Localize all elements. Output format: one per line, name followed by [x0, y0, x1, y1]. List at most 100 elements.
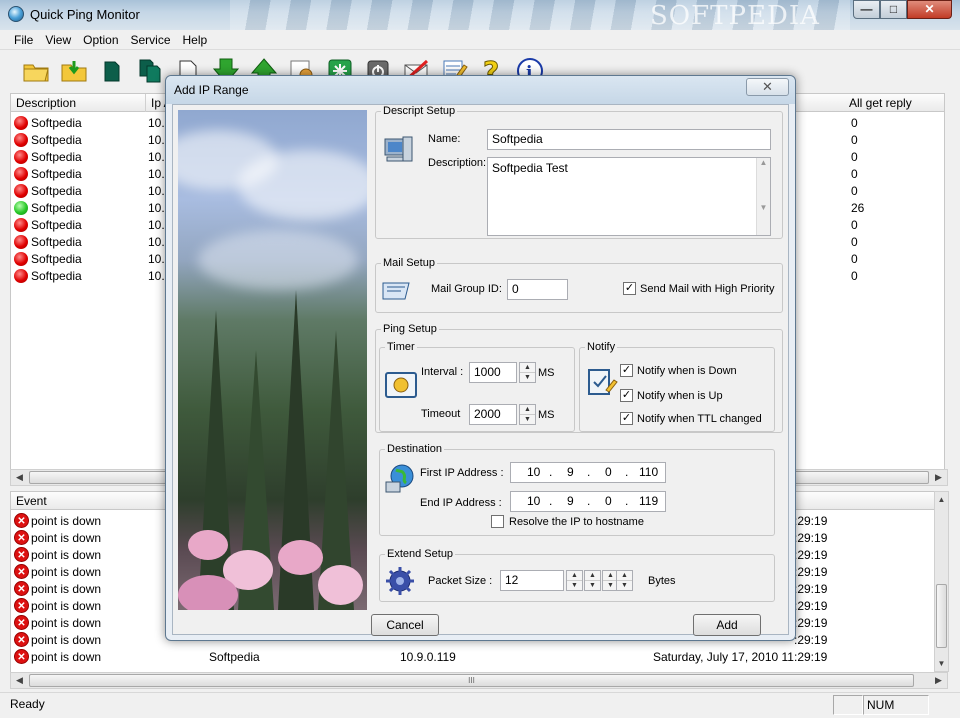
- error-icon: ✕: [14, 564, 29, 579]
- ping-setup-legend: Ping Setup: [383, 323, 437, 335]
- resolve-hostname-label: Resolve the IP to hostname: [509, 516, 644, 528]
- packet-size-spinner[interactable]: ▲ ▼: [584, 570, 601, 591]
- resolve-hostname-checkbox[interactable]: [491, 515, 504, 528]
- packet-size-spinner[interactable]: ▲ ▼: [616, 570, 633, 591]
- add-ip-range-dialog: Add IP Range ✕ Descript Setup Name: Soft…: [165, 75, 796, 641]
- dialog-title: Add IP Range: [174, 83, 249, 97]
- window-controls: — □ ✕: [853, 0, 952, 19]
- mail-card-icon: [381, 277, 413, 303]
- menu-file[interactable]: File: [8, 30, 39, 49]
- menu-view[interactable]: View: [39, 30, 77, 49]
- cancel-button[interactable]: Cancel: [371, 614, 439, 636]
- host-reply-count: 0: [851, 252, 858, 266]
- notify-ttl-checkbox[interactable]: ✓: [620, 412, 633, 425]
- mail-group-id-label: Mail Group ID:: [431, 283, 502, 295]
- event-time: :29:19: [794, 548, 828, 562]
- destination-legend: Destination: [387, 443, 443, 455]
- status-panel-num: NUM: [863, 695, 929, 715]
- minimize-button[interactable]: —: [853, 0, 880, 19]
- event-text: point is down: [31, 616, 102, 630]
- app-icon: [8, 6, 24, 22]
- host-reply-count: 0: [851, 150, 858, 164]
- status-down-icon: [14, 116, 28, 130]
- scroll-thumb[interactable]: [936, 584, 947, 648]
- host-reply-count: 0: [851, 116, 858, 130]
- notify-up-label: Notify when is Up: [637, 390, 723, 402]
- event-time: :29:19: [794, 633, 828, 647]
- open-folder-icon[interactable]: [20, 55, 52, 87]
- host-description: Softpedia: [31, 269, 82, 283]
- timeout-spinner[interactable]: ▲ ▼: [519, 404, 536, 425]
- timer-legend: Timer: [387, 341, 415, 353]
- scroll-left-arrow[interactable]: ◀: [11, 470, 28, 485]
- column-description[interactable]: Description: [11, 94, 146, 112]
- copy-icon[interactable]: [134, 55, 166, 87]
- event-list-hscrollbar[interactable]: ◀ III ▶: [10, 672, 948, 689]
- first-ip-label: First IP Address :: [420, 467, 504, 479]
- host-description: Softpedia: [31, 235, 82, 249]
- timeout-input[interactable]: 2000: [469, 404, 517, 425]
- close-button[interactable]: ✕: [907, 0, 952, 19]
- new-icon[interactable]: [96, 55, 128, 87]
- host-description: Softpedia: [31, 133, 82, 147]
- notify-up-checkbox[interactable]: ✓: [620, 389, 633, 402]
- status-down-icon: [14, 218, 28, 232]
- packet-size-spinner[interactable]: ▲ ▼: [566, 570, 583, 591]
- scroll-right-arrow[interactable]: ▶: [930, 470, 947, 485]
- first-ip-octet: 110: [639, 465, 659, 479]
- packet-size-input[interactable]: 12: [500, 570, 564, 591]
- event-list-vscrollbar[interactable]: ▲ ▼: [934, 491, 949, 672]
- menu-service[interactable]: Service: [125, 30, 177, 49]
- host-reply-count: 0: [851, 235, 858, 249]
- clock-icon: [385, 371, 417, 399]
- maximize-button[interactable]: □: [880, 0, 907, 19]
- timeout-unit: MS: [538, 409, 555, 421]
- extend-setup-legend: Extend Setup: [387, 548, 454, 560]
- first-ip-octet: 9: [567, 465, 574, 479]
- dialog-landscape-image: [178, 110, 367, 610]
- scroll-right-arrow[interactable]: ▶: [930, 673, 947, 688]
- scroll-down-arrow[interactable]: ▼: [935, 656, 948, 671]
- event-time: Saturday, July 17, 2010 11:29:19: [653, 650, 828, 664]
- interval-unit: MS: [538, 367, 555, 379]
- host-description: Softpedia: [31, 252, 82, 266]
- host-reply-count: 0: [851, 218, 858, 232]
- textarea-scrollbar[interactable]: ▲ ▼: [756, 158, 770, 235]
- event-row[interactable]: ✕ point is down Softpedia 10.9.0.119 Saturda…: [11, 648, 936, 665]
- host-reply-count: 0: [851, 184, 858, 198]
- high-priority-checkbox[interactable]: ✓: [623, 282, 636, 295]
- error-icon: ✕: [14, 649, 29, 664]
- host-description: Softpedia: [31, 184, 82, 198]
- interval-input[interactable]: 1000: [469, 362, 517, 383]
- event-time: :29:19: [794, 565, 828, 579]
- mail-group-id-input[interactable]: 0: [507, 279, 568, 300]
- dialog-close-button[interactable]: ✕: [746, 78, 789, 96]
- error-icon: ✕: [14, 632, 29, 647]
- name-input[interactable]: Softpedia: [487, 129, 771, 150]
- status-down-icon: [14, 269, 28, 283]
- interval-label: Interval :: [421, 366, 464, 378]
- first-ip-input[interactable]: 10 . 9 . 0 . 110: [510, 462, 666, 483]
- event-description: Softpedia: [209, 650, 260, 664]
- scroll-left-arrow[interactable]: ◀: [11, 673, 28, 688]
- host-description: Softpedia: [31, 116, 82, 130]
- event-time: :29:19: [794, 531, 828, 545]
- event-text: point is down: [31, 565, 102, 579]
- status-up-icon: [14, 201, 28, 215]
- menu-option[interactable]: Option: [77, 30, 124, 49]
- event-text: point is down: [31, 514, 102, 528]
- end-ip-input[interactable]: 10 . 9 . 0 . 119: [510, 491, 666, 512]
- column-all-get-reply[interactable]: All get reply: [844, 94, 945, 112]
- scroll-up-arrow[interactable]: ▲: [935, 492, 948, 507]
- scroll-thumb[interactable]: III: [29, 674, 914, 687]
- error-icon: ✕: [14, 615, 29, 630]
- first-ip-octet: 10: [527, 465, 541, 479]
- add-button[interactable]: Add: [693, 614, 761, 636]
- status-down-icon: [14, 184, 28, 198]
- import-folder-icon[interactable]: [58, 55, 90, 87]
- menu-help[interactable]: Help: [177, 30, 214, 49]
- description-text: Softpedia Test: [492, 161, 568, 175]
- notify-down-checkbox[interactable]: ✓: [620, 364, 633, 377]
- interval-spinner[interactable]: ▲ ▼: [519, 362, 536, 383]
- description-textarea[interactable]: Softpedia Test ▲ ▼: [487, 157, 771, 236]
